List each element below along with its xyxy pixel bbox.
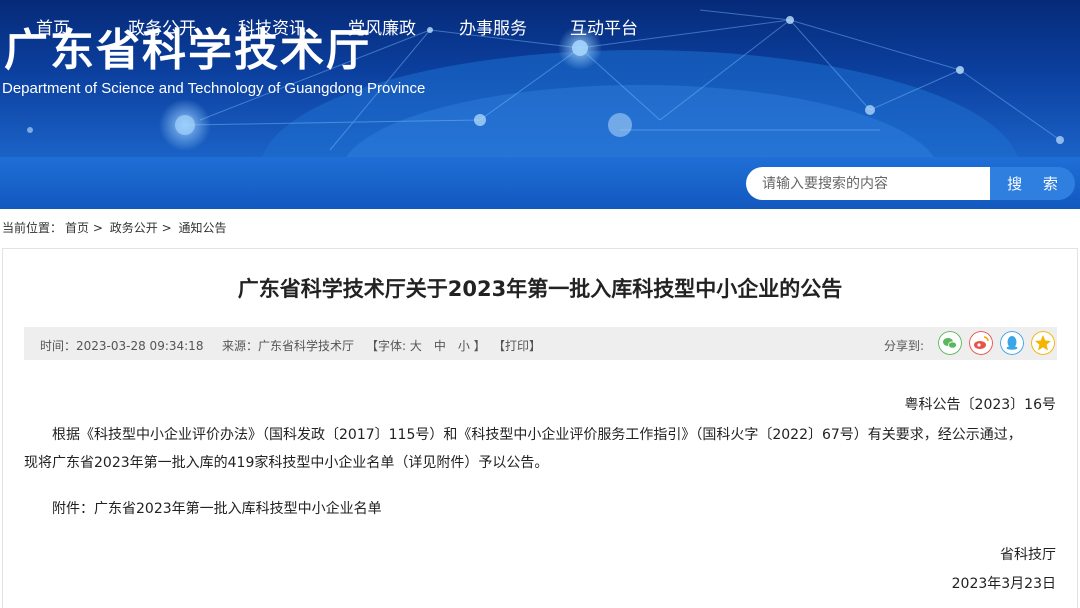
qq-share-icon[interactable] bbox=[1000, 331, 1024, 355]
breadcrumb-prefix: 当前位置： bbox=[2, 221, 63, 235]
nav-item-interaction[interactable]: 互动平台 bbox=[570, 14, 638, 39]
search-input[interactable] bbox=[746, 167, 990, 200]
nav-item-home[interactable]: 首页 bbox=[36, 14, 70, 39]
nav-item-party-integrity[interactable]: 党风廉政 bbox=[348, 14, 416, 39]
qzone-share-icon[interactable] bbox=[1031, 331, 1055, 355]
wechat-share-icon[interactable] bbox=[938, 331, 962, 355]
share-label: 分享到: bbox=[884, 339, 925, 353]
search-button[interactable]: 搜 索 bbox=[990, 167, 1075, 200]
breadcrumb-separator: > bbox=[92, 221, 103, 235]
body-paragraph-line-2: 现将广东省2023年第一批入库的419家科技型中小企业名单（详见附件）予以公告。 bbox=[24, 455, 549, 471]
document-number: 粤科公告〔2023〕16号 bbox=[904, 397, 1056, 413]
article-title: 广东省科学技术厅关于2023年第一批入库科技型中小企业的公告 bbox=[237, 277, 843, 301]
signature: 省科技厅 bbox=[1000, 547, 1056, 563]
issue-date: 2023年3月23日 bbox=[951, 576, 1056, 592]
attachment-link[interactable]: 附件：广东省2023年第一批入库科技型中小企业名单 bbox=[52, 498, 382, 518]
article-source: 来源：广东省科学技术厅 bbox=[222, 339, 355, 353]
nav-item-government-affairs[interactable]: 政务公开 bbox=[128, 14, 196, 39]
site-subtitle: Department of Science and Technology of … bbox=[2, 80, 426, 97]
breadcrumb-government-link[interactable]: 政务公开 bbox=[110, 221, 158, 235]
breadcrumb-home-link[interactable]: 首页 bbox=[65, 221, 89, 235]
weibo-share-icon[interactable] bbox=[969, 331, 993, 355]
nav-item-sci-tech-news[interactable]: 科技资讯 bbox=[238, 14, 306, 39]
print-link[interactable]: 【打印】 bbox=[493, 337, 541, 354]
breadcrumb: 当前位置： 首页 > 政务公开 > 通知公告 bbox=[2, 219, 227, 236]
font-size-switcher[interactable]: 【字体: 大 中 小 】 bbox=[366, 337, 486, 354]
breadcrumb-notices-link[interactable]: 通知公告 bbox=[178, 221, 226, 235]
breadcrumb-separator: > bbox=[161, 221, 172, 235]
body-paragraph-line-1: 根据《科技型中小企业评价办法》（国科发政〔2017〕115号）和《科技型中小企业… bbox=[52, 427, 1022, 443]
nav-item-services[interactable]: 办事服务 bbox=[459, 14, 527, 39]
publish-time: 时间：2023-03-28 09:34:18 bbox=[40, 339, 204, 353]
